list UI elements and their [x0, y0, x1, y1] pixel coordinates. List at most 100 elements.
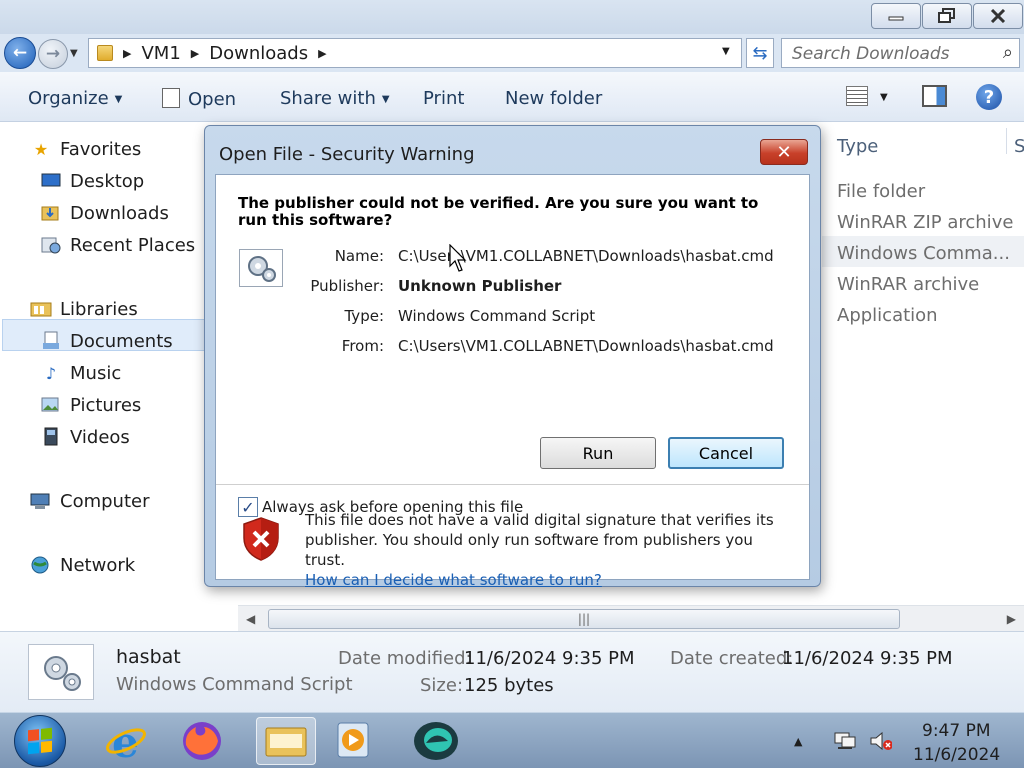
- cancel-button[interactable]: Cancel: [668, 437, 784, 469]
- open-button[interactable]: Open: [162, 88, 236, 110]
- file-type-cell[interactable]: Windows Comma...: [837, 243, 1010, 264]
- address-dropdown[interactable]: ▼: [722, 46, 730, 57]
- nav-videos-label: Videos: [70, 426, 130, 448]
- taskbar-internet-explorer[interactable]: e: [96, 717, 156, 765]
- date-created-label: Date created:: [670, 648, 794, 669]
- nav-documents-label: Documents: [70, 330, 173, 352]
- internet-explorer-icon: e: [106, 719, 146, 763]
- search-icon[interactable]: ⌕: [1003, 42, 1013, 63]
- views-dropdown[interactable]: ▼: [880, 92, 888, 103]
- file-type-cell[interactable]: Application: [837, 305, 938, 326]
- preview-pane-icon[interactable]: [922, 85, 947, 107]
- nav-downloads[interactable]: Downloads: [40, 200, 169, 226]
- dialog-title: Open File - Security Warning: [219, 144, 475, 165]
- type-value: Windows Command Script: [398, 307, 596, 325]
- network-status-icon[interactable]: [834, 731, 856, 751]
- nav-libraries[interactable]: Libraries: [30, 296, 138, 322]
- forward-button[interactable]: →: [38, 39, 68, 69]
- date-modified-label: Date modified:: [338, 648, 472, 669]
- taskbar-firefox[interactable]: [172, 717, 232, 765]
- nav-music[interactable]: ♪ Music: [40, 360, 121, 386]
- column-header-size[interactable]: S: [1014, 136, 1024, 157]
- address-bar[interactable]: ▶ VM1 ▶ Downloads ▶: [88, 38, 742, 68]
- caret-down-icon: ▼: [381, 94, 390, 105]
- back-button[interactable]: ←: [4, 37, 36, 69]
- clock-date[interactable]: 11/6/2024: [913, 745, 1000, 765]
- dialog-separator: [216, 484, 809, 485]
- search-placeholder: Search Downloads: [792, 44, 950, 64]
- window-close-button[interactable]: [973, 3, 1023, 29]
- chevron-right-icon[interactable]: ▶: [191, 47, 199, 60]
- teal-app-icon: [414, 722, 458, 760]
- file-type-cell[interactable]: WinRAR archive: [837, 274, 979, 295]
- computer-icon: [30, 491, 52, 511]
- new-folder-button[interactable]: New folder: [505, 88, 602, 109]
- share-with-button[interactable]: Share with ▼: [280, 88, 390, 109]
- organize-label: Organize: [28, 88, 109, 109]
- windows-logo-icon: [28, 727, 52, 755]
- column-separator[interactable]: [1006, 128, 1007, 154]
- column-header-type[interactable]: Type: [837, 136, 878, 157]
- nav-videos[interactable]: Videos: [40, 424, 130, 450]
- refresh-icon: ⇆: [752, 42, 768, 64]
- nav-favorites[interactable]: ★ Favorites: [30, 136, 141, 162]
- restore-button[interactable]: [922, 3, 972, 29]
- close-icon: ✕: [776, 141, 792, 163]
- taskbar-file-explorer[interactable]: [256, 717, 316, 765]
- taskbar: e ▲ 9:47 PM 11/6/2024: [0, 712, 1024, 768]
- volume-muted-icon[interactable]: [870, 731, 892, 751]
- svg-text:e: e: [112, 719, 139, 763]
- start-button[interactable]: [14, 715, 66, 767]
- nav-network[interactable]: Network: [30, 552, 135, 578]
- size-value: 125 bytes: [464, 675, 554, 696]
- nav-computer[interactable]: Computer: [30, 488, 149, 514]
- breadcrumb-downloads[interactable]: Downloads: [209, 43, 308, 64]
- dialog-close-button[interactable]: ✕: [760, 139, 808, 165]
- show-hidden-icons-icon[interactable]: ▲: [794, 735, 802, 748]
- print-button[interactable]: Print: [423, 88, 464, 109]
- taskbar-media-player[interactable]: [324, 717, 384, 765]
- file-type-cell[interactable]: WinRAR ZIP archive: [837, 212, 1013, 233]
- breadcrumb-vm1[interactable]: VM1: [141, 43, 180, 64]
- scroll-right-icon[interactable]: ▶: [1007, 612, 1016, 626]
- pictures-icon: [40, 395, 62, 415]
- taskbar-app-teal[interactable]: [406, 717, 466, 765]
- refresh-button[interactable]: ⇆: [746, 38, 774, 68]
- nav-pictures-label: Pictures: [70, 394, 142, 416]
- horizontal-scrollbar[interactable]: ◀ ||| ▶: [238, 605, 1024, 631]
- nav-desktop[interactable]: Desktop: [40, 168, 144, 194]
- address-row: ← → ▼ ▶ VM1 ▶ Downloads ▶ ▼ ⇆ Search Dow…: [0, 34, 1024, 72]
- minimize-button[interactable]: [871, 3, 921, 29]
- music-icon: ♪: [45, 363, 57, 383]
- chevron-right-icon[interactable]: ▶: [318, 47, 326, 60]
- clock-time[interactable]: 9:47 PM: [922, 721, 991, 741]
- arrow-left-icon: ←: [12, 43, 28, 63]
- search-input[interactable]: Search Downloads ⌕: [781, 38, 1020, 68]
- nav-network-label: Network: [60, 554, 136, 576]
- scroll-left-icon[interactable]: ◀: [246, 612, 255, 626]
- firefox-icon: [183, 722, 221, 760]
- chevron-right-icon[interactable]: ▶: [123, 47, 131, 60]
- dialog-heading: The publisher could not be verified. Are…: [238, 194, 759, 229]
- views-icon[interactable]: [846, 86, 868, 106]
- shield-warning-icon: [243, 517, 279, 561]
- scrollbar-thumb[interactable]: |||: [268, 609, 900, 629]
- always-ask-checkbox[interactable]: ✓: [238, 497, 258, 517]
- organize-button[interactable]: Organize ▼: [28, 88, 122, 109]
- file-type-cell[interactable]: File folder: [837, 181, 925, 202]
- open-file-icon: [162, 88, 180, 108]
- libraries-icon: [30, 299, 52, 319]
- share-with-label: Share with: [280, 88, 376, 109]
- documents-icon: [40, 331, 62, 351]
- recent-pages-dropdown[interactable]: ▼: [70, 48, 78, 59]
- date-modified-value: 11/6/2024 9:35 PM: [464, 648, 635, 669]
- run-button[interactable]: Run: [540, 437, 656, 469]
- nav-favorites-label: Favorites: [60, 138, 142, 160]
- help-link[interactable]: How can I decide what software to run?: [305, 571, 602, 589]
- nav-recent-places[interactable]: Recent Places: [40, 232, 195, 258]
- nav-pictures[interactable]: Pictures: [40, 392, 141, 418]
- nav-documents[interactable]: Documents: [40, 328, 173, 354]
- help-icon[interactable]: ?: [976, 84, 1002, 110]
- nav-downloads-label: Downloads: [70, 202, 169, 224]
- restore-icon: [938, 8, 955, 23]
